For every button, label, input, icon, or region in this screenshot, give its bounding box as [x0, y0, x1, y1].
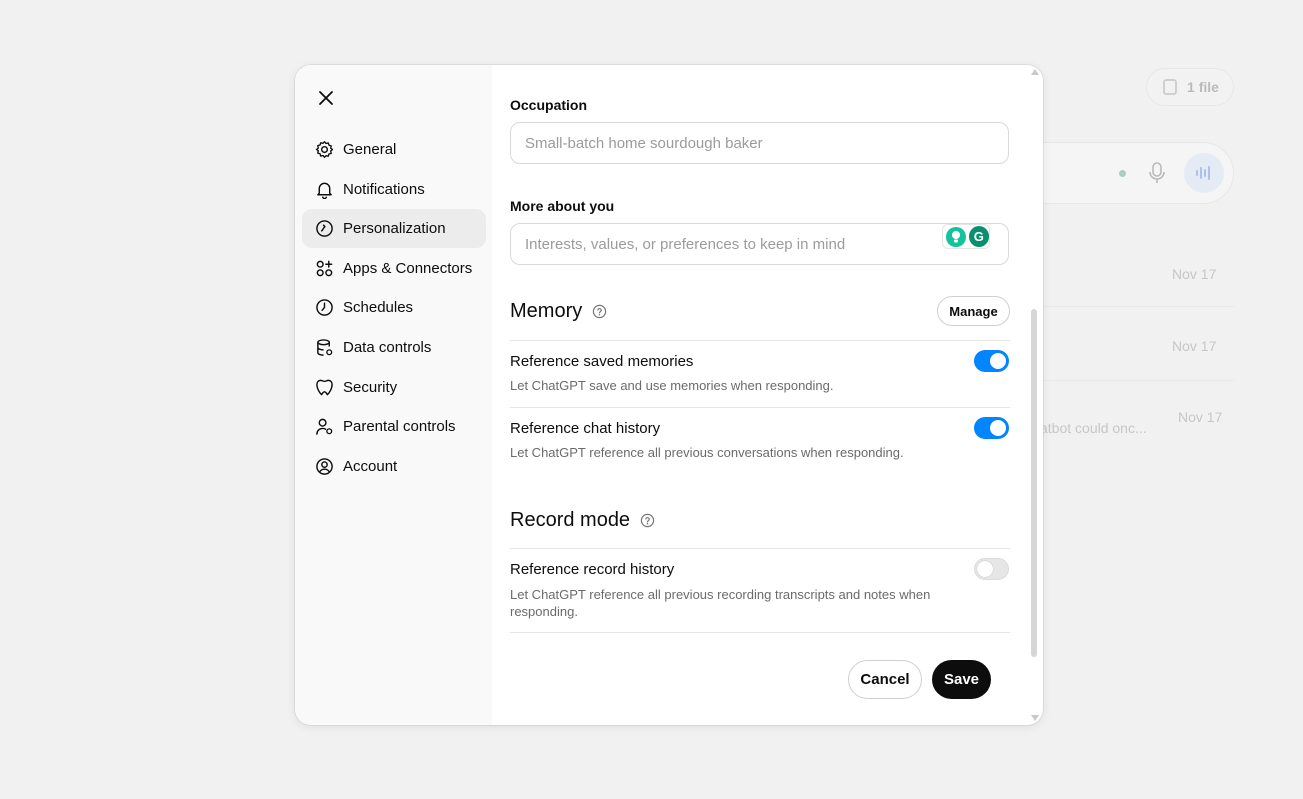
sidebar-item-label: General [343, 141, 397, 158]
status-dot [1119, 170, 1126, 177]
file-pill: 1 file [1146, 68, 1234, 106]
sidebar-item-apps-connectors[interactable]: Apps & Connectors [302, 249, 486, 288]
file-icon [1163, 79, 1177, 95]
close-icon [319, 91, 333, 105]
save-button[interactable]: Save [932, 660, 991, 699]
more-about-you-input[interactable] [510, 223, 1009, 265]
sidebar-item-label: Security [343, 378, 398, 396]
sidebar-item-label: Notifications [343, 180, 425, 198]
record-mode-section-title: Record mode [510, 509, 655, 532]
record-mode-title-text: Record mode [510, 509, 631, 531]
bell-icon [317, 182, 332, 199]
memory-title-text: Memory [510, 300, 583, 322]
chat-date: Nov 17 [1178, 409, 1223, 425]
lightbulb-icon [946, 226, 966, 247]
database-icon [317, 339, 333, 356]
sidebar-item-security[interactable]: Security [302, 368, 486, 407]
parent-icon [316, 418, 333, 435]
manage-memory-button[interactable]: Manage [937, 296, 1010, 326]
scroll-up-arrow-icon[interactable] [1031, 69, 1039, 75]
reference-chat-history-desc: Let ChatGPT reference all previous conve… [510, 445, 904, 460]
sidebar-item-schedules[interactable]: Schedules [302, 288, 486, 327]
settings-sidebar: General Notifications Personalization Ap… [295, 65, 492, 725]
close-button[interactable] [313, 85, 339, 111]
divider [1040, 380, 1234, 381]
reference-saved-memories-desc: Let ChatGPT save and use memories when r… [510, 378, 834, 393]
sidebar-item-data-controls[interactable]: Data controls [302, 328, 486, 367]
reference-chat-history-toggle[interactable] [974, 417, 1009, 439]
scrollbar-thumb[interactable] [1031, 309, 1037, 657]
account-icon [316, 457, 333, 475]
grammarly-widget[interactable]: G [942, 224, 990, 249]
gear-icon [315, 141, 334, 158]
reference-saved-memories-toggle[interactable] [974, 350, 1009, 372]
settings-modal: General Notifications Personalization Ap… [295, 65, 1043, 725]
reference-saved-memories-title: Reference saved memories [510, 353, 694, 370]
chat-snippet: atbot could onc... [1040, 420, 1147, 436]
sidebar-item-label: Apps & Connectors [343, 259, 473, 277]
personalization-icon [316, 220, 333, 237]
file-pill-label: 1 file [1187, 79, 1219, 95]
occupation-label: Occupation [510, 97, 588, 113]
sidebar-item-label: Data controls [343, 338, 432, 356]
reference-record-history-desc: Let ChatGPT reference all previous recor… [510, 587, 931, 619]
personalization-panel: Occupation More about you G Memory Manag… [492, 65, 1043, 725]
chat-date: Nov 17 [1172, 338, 1217, 354]
voice-mode-icon [1184, 153, 1224, 193]
scrollbar[interactable] [1029, 69, 1039, 721]
more-about-you-label: More about you [510, 198, 615, 214]
sidebar-item-label: Personalization [343, 220, 446, 238]
apps-icon [316, 260, 333, 277]
divider [510, 340, 1010, 341]
settings-nav: General Notifications Personalization Ap… [302, 130, 486, 486]
microphone-icon [1149, 162, 1165, 183]
grammarly-icon: G [968, 226, 989, 247]
divider [1040, 306, 1234, 307]
sidebar-item-label: Account [343, 457, 398, 475]
memory-section-title: Memory [510, 300, 607, 323]
divider [510, 632, 1010, 633]
sidebar-item-notifications[interactable]: Notifications [302, 170, 486, 209]
cancel-button[interactable]: Cancel [848, 660, 922, 699]
scroll-down-arrow-icon[interactable] [1031, 715, 1039, 721]
reference-record-history-title: Reference record history [510, 561, 675, 578]
reference-record-history-toggle[interactable] [974, 558, 1009, 580]
sidebar-item-label: Schedules [343, 299, 414, 317]
occupation-input[interactable] [510, 122, 1009, 164]
help-icon[interactable] [640, 513, 655, 528]
clock-icon [316, 299, 333, 317]
divider [510, 407, 1010, 408]
sidebar-item-general[interactable]: General [302, 130, 486, 169]
sidebar-item-personalization[interactable]: Personalization [302, 209, 486, 249]
shield-icon [316, 379, 333, 395]
chat-date: Nov 17 [1172, 266, 1217, 282]
sidebar-item-label: Parental controls [343, 418, 456, 436]
divider [510, 548, 1010, 549]
sidebar-item-parental-controls[interactable]: Parental controls [302, 407, 486, 446]
help-icon[interactable] [592, 304, 607, 319]
sidebar-item-account[interactable]: Account [302, 447, 486, 486]
reference-chat-history-title: Reference chat history [510, 420, 661, 437]
